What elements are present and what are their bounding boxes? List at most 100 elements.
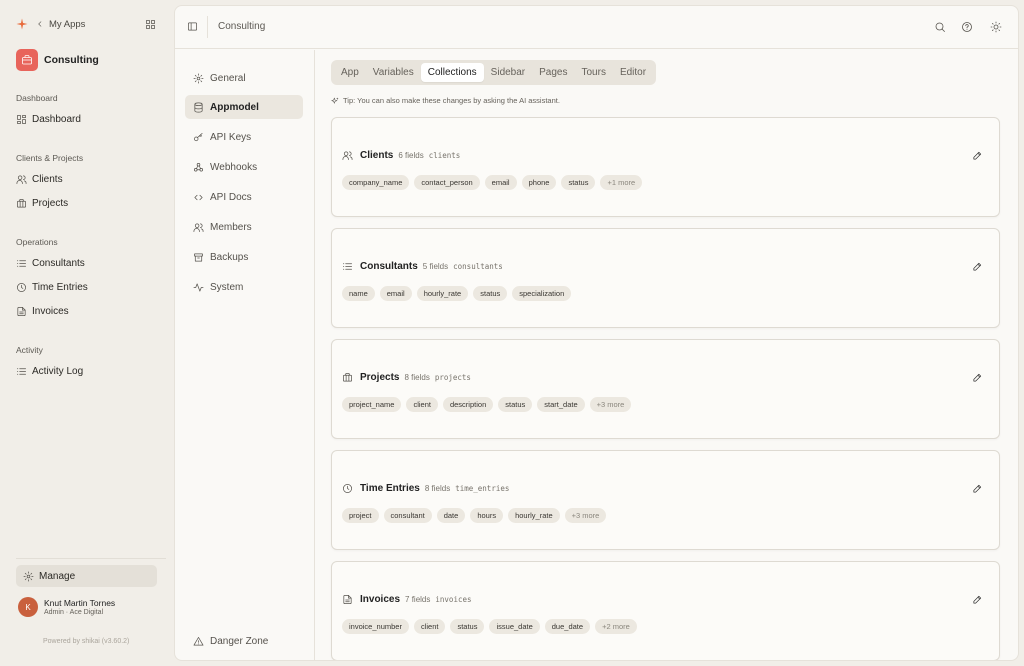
- user-role: Admin · Ace Digital: [44, 609, 104, 616]
- my-apps-link[interactable]: My Apps: [49, 19, 85, 30]
- settings-nav-webhooks[interactable]: Webhooks: [185, 155, 303, 179]
- field-chip: issue_date: [489, 619, 540, 634]
- settings-nav-system[interactable]: System: [185, 275, 303, 299]
- settings-nav-danger-zone[interactable]: Danger Zone: [185, 629, 303, 653]
- sidebar-item-clients[interactable]: Clients: [16, 170, 156, 188]
- collection-card-invoices[interactable]: Invoices 7 fields invoices invoice_numbe…: [331, 561, 1000, 660]
- chevron-left-icon[interactable]: [36, 20, 44, 28]
- field-chip: start_date: [537, 397, 585, 412]
- collection-field-count: 7 fields: [405, 595, 431, 604]
- sidebar-item-invoices[interactable]: Invoices: [16, 302, 156, 320]
- section-label-dashboard: Dashboard: [16, 93, 58, 103]
- app-name: Consulting: [44, 54, 99, 66]
- collection-card-time-entries[interactable]: Time Entries 8 fields time_entries proje…: [331, 450, 1000, 550]
- field-chip: client: [413, 619, 446, 634]
- field-chip: status: [561, 175, 596, 190]
- user-profile[interactable]: K Knut Martin Tornes Admin · Ace Digital: [18, 597, 115, 617]
- sidebar-item-projects[interactable]: Projects: [16, 194, 156, 212]
- collection-slug: consultants: [453, 262, 503, 271]
- app-switcher[interactable]: Consulting: [16, 49, 99, 71]
- section-label-activity: Activity: [16, 345, 43, 355]
- field-chip: status: [473, 286, 508, 301]
- collection-name: Projects: [360, 372, 400, 383]
- edit-pencil-icon[interactable]: [972, 594, 983, 605]
- field-chip: status: [450, 619, 485, 634]
- clock-icon: [16, 282, 27, 293]
- sidebar-item-consultants[interactable]: Consultants: [16, 254, 156, 272]
- sidebar-item-activity-log[interactable]: Activity Log: [16, 362, 156, 380]
- manage-label: Manage: [39, 570, 76, 582]
- settings-nav-api-docs[interactable]: API Docs: [185, 185, 303, 209]
- more-fields-chip: +1 more: [600, 175, 643, 190]
- edit-pencil-icon[interactable]: [972, 372, 983, 383]
- field-chips: invoice_number client status issue_date …: [342, 619, 642, 634]
- sidebar-item-label: Clients: [32, 173, 63, 185]
- page-title: Consulting: [218, 21, 266, 32]
- collection-name: Time Entries: [360, 483, 420, 494]
- user-name: Knut Martin Tornes: [44, 598, 116, 608]
- tab-tours[interactable]: Tours: [575, 63, 613, 82]
- tab-collections[interactable]: Collections: [420, 63, 484, 82]
- theme-sun-icon[interactable]: [990, 21, 1002, 33]
- sidebar-item-label: Time Entries: [32, 281, 88, 293]
- settings-nav-general[interactable]: General: [185, 66, 303, 90]
- apps-grid-icon[interactable]: [145, 19, 156, 30]
- users-icon: [342, 150, 353, 161]
- settings-nav-appmodel[interactable]: Appmodel: [185, 95, 303, 119]
- main-panel: Consulting General Appmodel API Keys Web…: [174, 5, 1019, 661]
- field-chip: date: [436, 508, 466, 523]
- gear-icon: [23, 571, 34, 582]
- settings-nav-label: Appmodel: [210, 101, 259, 113]
- app-topbar: My Apps: [16, 17, 156, 31]
- sidebar-item-label: Projects: [32, 197, 69, 209]
- collection-card-consultants[interactable]: Consultants 5 fields consultants name em…: [331, 228, 1000, 328]
- edit-pencil-icon[interactable]: [972, 150, 983, 161]
- sidebar-item-time-entries[interactable]: Time Entries: [16, 278, 156, 296]
- settings-nav-api-keys[interactable]: API Keys: [185, 125, 303, 149]
- settings-nav-backups[interactable]: Backups: [185, 245, 303, 269]
- collection-field-count: 6 fields: [398, 151, 424, 160]
- collection-slug: projects: [434, 373, 471, 382]
- help-icon[interactable]: [961, 21, 973, 33]
- sparkles-icon: [331, 97, 339, 105]
- more-fields-chip: +3 more: [589, 397, 632, 412]
- collection-card-clients[interactable]: Clients 6 fields clients company_name co…: [331, 117, 1000, 217]
- settings-nav-members[interactable]: Members: [185, 215, 303, 239]
- tab-app[interactable]: App: [334, 63, 366, 82]
- edit-pencil-icon[interactable]: [972, 483, 983, 494]
- appmodel-tabs: App Variables Collections Sidebar Pages …: [331, 60, 657, 85]
- archive-icon: [193, 252, 204, 263]
- collection-card-projects[interactable]: Projects 8 fields projects project_name …: [331, 339, 1000, 439]
- list-icon: [16, 258, 27, 269]
- manage-button[interactable]: Manage: [16, 565, 157, 587]
- warning-icon: [193, 636, 204, 647]
- edit-pencil-icon[interactable]: [972, 261, 983, 272]
- tab-pages[interactable]: Pages: [532, 63, 574, 82]
- header-divider: [207, 16, 208, 38]
- sidebar-toggle-icon[interactable]: [187, 21, 198, 32]
- avatar: K: [18, 597, 38, 617]
- field-chips: project consultant date hours hourly_rat…: [342, 508, 611, 523]
- key-icon: [193, 132, 204, 143]
- settings-nav-label: Members: [210, 221, 252, 233]
- field-chip: name: [342, 286, 375, 301]
- gear-icon: [193, 73, 204, 84]
- section-label-operations: Operations: [16, 237, 58, 247]
- settings-nav-label: API Keys: [210, 131, 252, 143]
- settings-nav-label: System: [210, 281, 244, 293]
- sidebar-item-dashboard[interactable]: Dashboard: [16, 110, 156, 128]
- users-icon: [16, 174, 27, 185]
- collection-name: Invoices: [360, 594, 401, 605]
- search-icon[interactable]: [934, 21, 946, 33]
- tab-variables[interactable]: Variables: [366, 63, 421, 82]
- sidebar-divider: [16, 558, 166, 559]
- tab-sidebar[interactable]: Sidebar: [484, 63, 532, 82]
- field-chip: hourly_rate: [416, 286, 469, 301]
- field-chip: client: [406, 397, 438, 412]
- tip-text: Tip: You can also make these changes by …: [343, 96, 560, 105]
- section-label-clients-projects: Clients & Projects: [16, 153, 84, 163]
- tab-editor[interactable]: Editor: [613, 63, 653, 82]
- panel-header: Consulting: [175, 6, 1018, 49]
- settings-nav-label: Backups: [210, 251, 249, 263]
- field-chip: company_name: [342, 175, 410, 190]
